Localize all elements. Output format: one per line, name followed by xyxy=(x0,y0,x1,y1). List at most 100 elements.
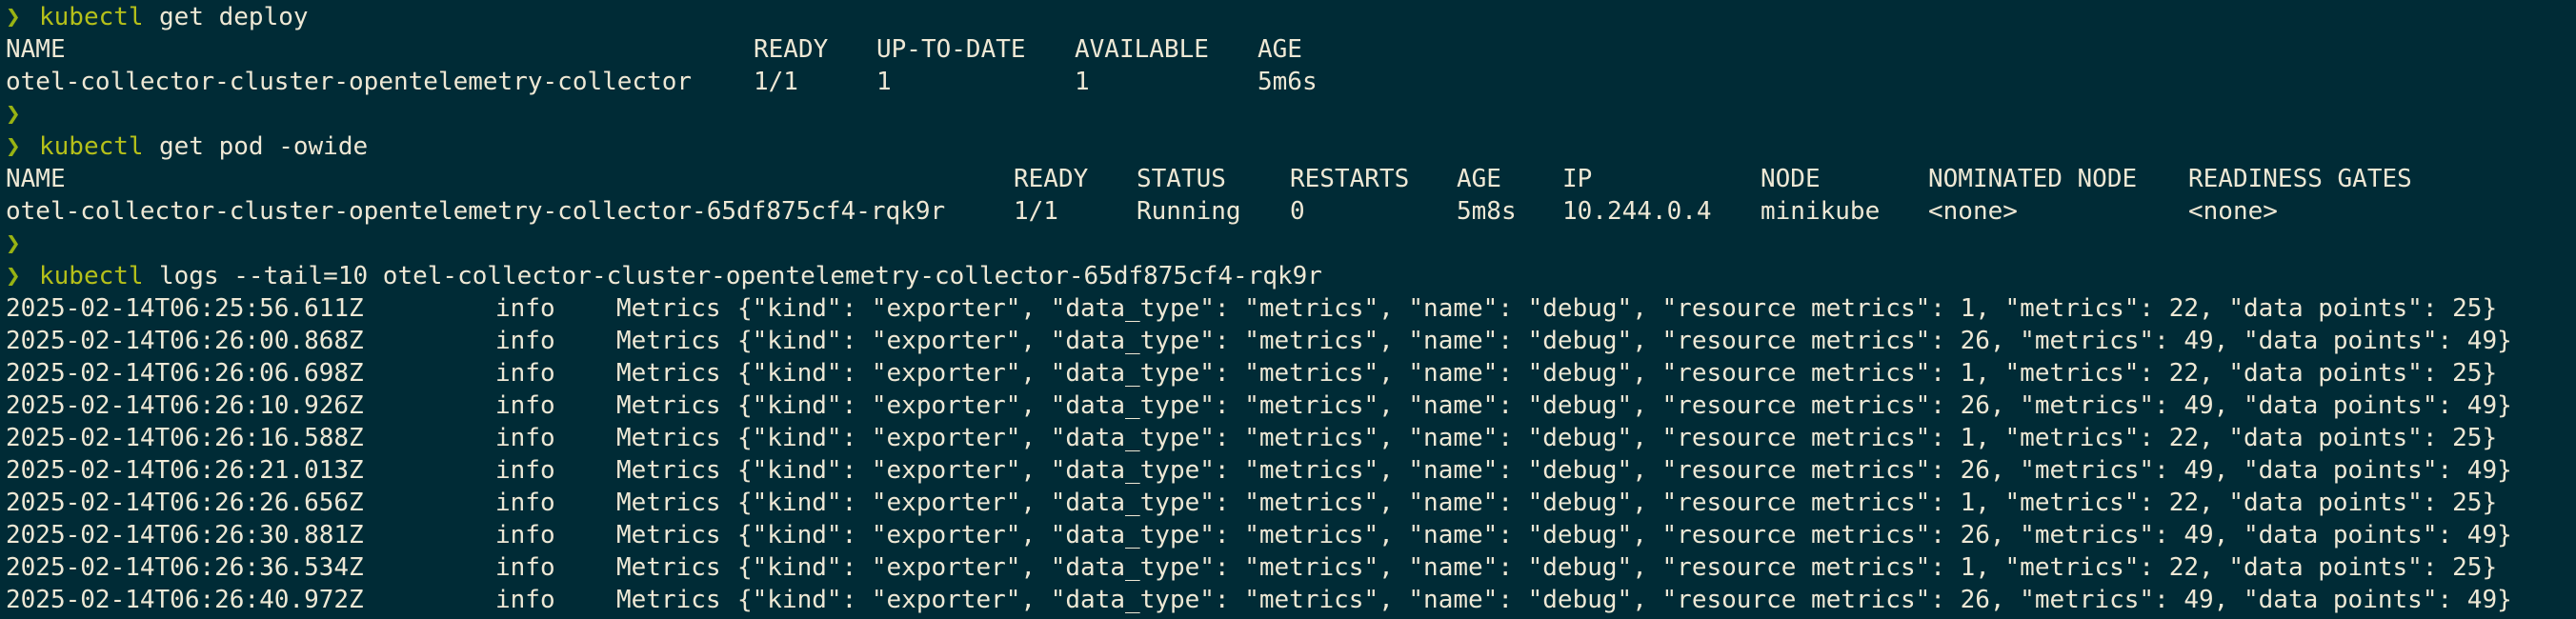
log-level: info xyxy=(495,521,555,549)
command-line: ❯ kubectl get deploy xyxy=(0,1,2576,33)
prompt-chevron-icon: ❯ xyxy=(6,262,21,290)
log-kind: Metrics xyxy=(616,489,721,517)
column-header: AVAILABLE xyxy=(1075,35,1209,64)
table-row: otel-collector-cluster-opentelemetry-col… xyxy=(0,195,2576,228)
pod-table-header: NAME READY STATUS RESTARTS AGE IP NODE N… xyxy=(0,163,2576,195)
command-line: ❯ kubectl logs --tail=10 otel-collector-… xyxy=(0,260,2576,292)
table-row: otel-collector-cluster-opentelemetry-col… xyxy=(0,66,2576,98)
column-header: AGE xyxy=(1457,165,1501,193)
table-cell: 10.244.0.4 xyxy=(1562,197,1712,226)
log-line: 2025-02-14T06:26:26.656Z info Metrics {"… xyxy=(0,487,2576,519)
log-timestamp: 2025-02-14T06:26:00.868Z xyxy=(6,327,364,355)
log-payload: {"kind": "exporter", "data_type": "metri… xyxy=(737,294,2498,323)
empty-prompt-line: ❯ xyxy=(0,98,2576,130)
log-line: 2025-02-14T06:26:06.698Z info Metrics {"… xyxy=(0,357,2576,389)
log-payload: {"kind": "exporter", "data_type": "metri… xyxy=(737,391,2512,420)
column-header: AGE xyxy=(1258,35,1302,64)
command-name: kubectl xyxy=(39,132,144,161)
log-payload: {"kind": "exporter", "data_type": "metri… xyxy=(737,327,2512,355)
log-level: info xyxy=(495,489,555,517)
log-level: info xyxy=(495,553,555,582)
log-timestamp: 2025-02-14T06:26:10.926Z xyxy=(6,391,364,420)
log-payload: {"kind": "exporter", "data_type": "metri… xyxy=(737,521,2512,549)
table-cell: Running xyxy=(1137,197,1241,226)
prompt-chevron-icon: ❯ xyxy=(6,230,21,258)
prompt-chevron-icon: ❯ xyxy=(6,100,21,129)
log-line: 2025-02-14T06:26:16.588Z info Metrics {"… xyxy=(0,422,2576,454)
column-header: NODE xyxy=(1761,165,1821,193)
log-line: 2025-02-14T06:25:56.611Z info Metrics {"… xyxy=(0,292,2576,325)
table-cell: <none> xyxy=(1928,197,2018,226)
log-payload: {"kind": "exporter", "data_type": "metri… xyxy=(737,586,2512,614)
terminal-window[interactable]: ❯ kubectl get deploy NAME READY UP-TO-DA… xyxy=(0,0,2576,619)
table-cell: 0 xyxy=(1290,197,1305,226)
log-timestamp: 2025-02-14T06:26:16.588Z xyxy=(6,424,364,452)
table-cell: minikube xyxy=(1761,197,1881,226)
log-level: info xyxy=(495,456,555,485)
log-kind: Metrics xyxy=(616,586,721,614)
column-header: NAME xyxy=(6,165,66,193)
log-payload: {"kind": "exporter", "data_type": "metri… xyxy=(737,489,2498,517)
log-kind: Metrics xyxy=(616,424,721,452)
command-args: get deploy xyxy=(159,3,309,31)
table-cell: otel-collector-cluster-opentelemetry-col… xyxy=(6,68,693,96)
command-args: get pod -owide xyxy=(159,132,369,161)
log-timestamp: 2025-02-14T06:26:30.881Z xyxy=(6,521,364,549)
column-header: READINESS GATES xyxy=(2188,165,2412,193)
log-timestamp: 2025-02-14T06:26:40.972Z xyxy=(6,586,364,614)
column-header: UP-TO-DATE xyxy=(876,35,1026,64)
log-kind: Metrics xyxy=(616,294,721,323)
log-level: info xyxy=(495,391,555,420)
column-header: RESTARTS xyxy=(1290,165,1410,193)
log-output: 2025-02-14T06:25:56.611Z info Metrics {"… xyxy=(0,292,2576,616)
log-kind: Metrics xyxy=(616,359,721,388)
log-level: info xyxy=(495,424,555,452)
log-kind: Metrics xyxy=(616,327,721,355)
log-line: 2025-02-14T06:26:10.926Z info Metrics {"… xyxy=(0,389,2576,422)
log-line: 2025-02-14T06:26:00.868Z info Metrics {"… xyxy=(0,325,2576,357)
table-cell: 5m6s xyxy=(1258,68,1318,96)
log-kind: Metrics xyxy=(616,456,721,485)
column-header: READY xyxy=(754,35,829,64)
command-name: kubectl xyxy=(39,262,144,290)
log-kind: Metrics xyxy=(616,521,721,549)
log-payload: {"kind": "exporter", "data_type": "metri… xyxy=(737,456,2512,485)
table-cell: 1/1 xyxy=(754,68,798,96)
column-header: IP xyxy=(1562,165,1593,193)
log-kind: Metrics xyxy=(616,391,721,420)
deploy-table-header: NAME READY UP-TO-DATE AVAILABLE AGE xyxy=(0,33,2576,66)
log-payload: {"kind": "exporter", "data_type": "metri… xyxy=(737,553,2498,582)
log-payload: {"kind": "exporter", "data_type": "metri… xyxy=(737,359,2498,388)
prompt-chevron-icon: ❯ xyxy=(6,132,21,161)
table-cell: 1/1 xyxy=(1014,197,1058,226)
empty-prompt-line: ❯ xyxy=(0,228,2576,260)
command-line: ❯ kubectl get pod -owide xyxy=(0,130,2576,163)
table-cell: 1 xyxy=(1075,68,1090,96)
log-level: info xyxy=(495,586,555,614)
table-cell: 1 xyxy=(876,68,892,96)
log-timestamp: 2025-02-14T06:26:21.013Z xyxy=(6,456,364,485)
log-line: 2025-02-14T06:26:30.881Z info Metrics {"… xyxy=(0,519,2576,551)
log-line: 2025-02-14T06:26:36.534Z info Metrics {"… xyxy=(0,551,2576,584)
command-args: logs --tail=10 otel-collector-cluster-op… xyxy=(159,262,1322,290)
column-header: STATUS xyxy=(1137,165,1226,193)
log-timestamp: 2025-02-14T06:26:36.534Z xyxy=(6,553,364,582)
log-level: info xyxy=(495,359,555,388)
table-cell: 5m8s xyxy=(1457,197,1517,226)
log-timestamp: 2025-02-14T06:25:56.611Z xyxy=(6,294,364,323)
log-payload: {"kind": "exporter", "data_type": "metri… xyxy=(737,424,2498,452)
prompt-chevron-icon: ❯ xyxy=(6,3,21,31)
log-timestamp: 2025-02-14T06:26:26.656Z xyxy=(6,489,364,517)
command-name: kubectl xyxy=(39,3,144,31)
log-line: 2025-02-14T06:26:40.972Z info Metrics {"… xyxy=(0,584,2576,616)
column-header: NOMINATED NODE xyxy=(1928,165,2138,193)
log-line: 2025-02-14T06:26:21.013Z info Metrics {"… xyxy=(0,454,2576,487)
column-header: READY xyxy=(1014,165,1089,193)
log-level: info xyxy=(495,327,555,355)
log-level: info xyxy=(495,294,555,323)
log-kind: Metrics xyxy=(616,553,721,582)
table-cell: <none> xyxy=(2188,197,2278,226)
column-header: NAME xyxy=(6,35,66,64)
table-cell: otel-collector-cluster-opentelemetry-col… xyxy=(6,197,946,226)
log-timestamp: 2025-02-14T06:26:06.698Z xyxy=(6,359,364,388)
